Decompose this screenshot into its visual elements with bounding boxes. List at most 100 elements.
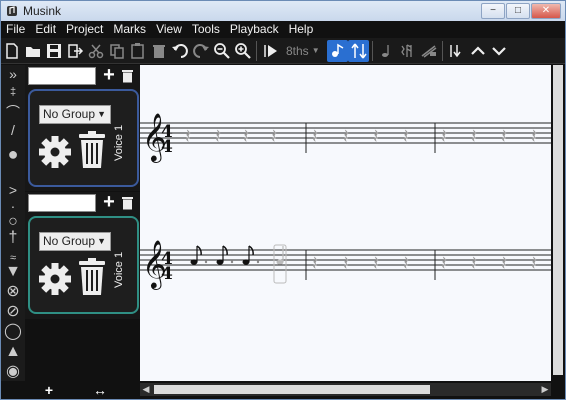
add-voice-icon[interactable]: + [100,192,118,212]
menu-project[interactable]: Project [61,21,108,38]
svg-text:𝄽: 𝄽 [531,251,537,275]
zoom-in-icon[interactable] [232,40,253,62]
voice-card: No Group ▼ Voice 1 [28,89,139,187]
svg-text:𝄽: 𝄽 [441,251,447,275]
group-select[interactable]: No Group ▼ [39,105,111,124]
svg-text:𝄽: 𝄽 [501,124,507,148]
svg-text:𝄽: 𝄽 [441,124,447,148]
palette-cymbal-icon[interactable]: ◉ [1,364,25,380]
delete-voice-icon[interactable] [120,68,134,84]
voice-name-field[interactable] [28,194,96,212]
play-icon[interactable] [260,40,281,62]
open-folder-icon[interactable] [22,40,43,62]
export-icon[interactable] [64,40,85,62]
scrollbar-thumb[interactable] [154,385,430,394]
palette-dagger-icon[interactable]: † [1,230,25,246]
menu-help[interactable]: Help [284,21,319,38]
menu-file[interactable]: File [1,21,30,38]
palette-staccato-icon[interactable]: · [1,199,25,213]
move-down-icon[interactable] [488,40,509,62]
duration-value: 8ths [286,43,309,58]
close-button[interactable]: ✕ [531,3,561,19]
cut-icon[interactable] [85,40,106,62]
jump-to-start-icon[interactable] [446,40,467,62]
toolbar-divider [372,40,373,61]
palette-ornament-icon[interactable]: ‡ [1,85,25,99]
drum-icon[interactable] [418,40,439,62]
palette-ring-icon[interactable]: ◯ [1,324,25,340]
menu-view[interactable]: View [151,21,187,38]
palette-tie-icon[interactable]: ⌒ [1,105,25,119]
palette-circle-icon[interactable]: ● [1,145,25,163]
svg-text:𝄽: 𝄽 [343,124,349,148]
scroll-right-icon[interactable]: ▶ [539,383,551,396]
transpose-icon[interactable] [348,39,369,62]
delete-icon[interactable] [148,40,169,62]
palette-marcato-icon[interactable]: ▲ [1,344,25,360]
scroll-left-icon[interactable]: ◀ [140,383,152,396]
svg-text:𝄽: 𝄽 [312,251,318,275]
minimize-button[interactable]: − [481,3,505,19]
palette-expand-icon[interactable]: » [1,67,25,81]
redo-icon[interactable] [190,40,211,62]
copy-icon[interactable] [106,40,127,62]
menu-edit[interactable]: Edit [30,21,61,38]
paste-icon[interactable] [127,40,148,62]
svg-text:𝄽: 𝄽 [471,124,477,148]
voice-panel: + No Group ▼ Voice 1 [25,65,140,191]
svg-text:𝄽: 𝄽 [403,124,409,148]
toolbar-divider [256,40,257,61]
voice-name-field[interactable] [28,67,96,85]
move-up-icon[interactable] [467,40,488,62]
svg-text:𝄽: 𝄽 [403,251,409,275]
palette-accent-icon[interactable]: > [1,183,25,197]
undo-icon[interactable] [169,40,190,62]
score-canvas[interactable]: 𝄞 4 4 𝄽 𝄽 𝄽 𝄽 𝄽 𝄽 𝄽 𝄽 𝄽 𝄽 𝄽 𝄽 𝄞 4 4 𝄽 𝄽 … [140,65,551,381]
quarter-note-icon[interactable] [376,40,397,62]
trash-icon[interactable] [78,131,106,169]
title-bar: Musink − □ ✕ [1,1,565,21]
chevron-down-icon: ▼ [97,236,106,246]
add-voice-icon[interactable]: + [100,65,118,85]
vertical-scrollbar[interactable] [551,65,565,381]
add-button[interactable]: + [41,382,57,398]
palette-open-hihat-icon[interactable]: ○ [1,214,25,230]
horizontal-scrollbar[interactable]: ◀ ▶ [140,383,551,396]
svg-text:𝄽: 𝄽 [471,251,477,275]
gear-icon[interactable] [38,262,72,296]
save-icon[interactable] [43,40,64,62]
chevron-down-icon: ▼ [311,46,320,55]
menu-tools[interactable]: Tools [187,21,225,38]
delete-voice-icon[interactable] [120,195,134,211]
toolbar-divider [442,40,443,61]
group-value: No Group [43,107,96,121]
zoom-out-icon[interactable] [211,40,232,62]
trash-icon[interactable] [78,258,106,296]
menu-playback[interactable]: Playback [225,21,284,38]
group-select[interactable]: No Group ▼ [39,232,111,251]
svg-text:𝄽: 𝄽 [373,124,379,148]
menu-marks[interactable]: Marks [108,21,151,38]
window-title: Musink [23,4,62,18]
note-mode-icon[interactable] [327,39,348,62]
gear-icon[interactable] [38,135,72,169]
svg-text:𝄽: 𝄽 [243,124,249,148]
time-signature-bottom: 4 [161,264,173,284]
chevron-down-icon: ▼ [97,109,106,119]
palette-ghost-icon[interactable]: ⊘ [1,304,25,320]
svg-text:𝄽: 𝄽 [501,251,507,275]
duration-select[interactable]: 8ths ▼ [281,41,327,61]
svg-text:𝄽: 𝄽 [185,124,191,148]
svg-text:𝄽: 𝄽 [215,124,221,148]
palette-rimshot-icon[interactable]: ⊗ [1,284,25,300]
note-group [190,244,287,284]
staff-voice-1: 𝄞 4 4 𝄽 𝄽 𝄽 𝄽 𝄽 𝄽 𝄽 𝄽 𝄽 𝄽 𝄽 𝄽 [140,112,551,163]
scrollbar-thumb[interactable] [553,65,563,375]
new-file-icon[interactable] [1,40,22,62]
palette-slash-icon[interactable]: / [1,123,25,137]
voice-label: Voice 1 [113,251,125,288]
palette-triangle-icon[interactable]: ▼ [1,264,25,280]
maximize-button[interactable]: □ [506,3,530,19]
rest-pattern-icon[interactable] [397,40,418,62]
resize-panel-button[interactable]: ↔ [89,382,111,398]
